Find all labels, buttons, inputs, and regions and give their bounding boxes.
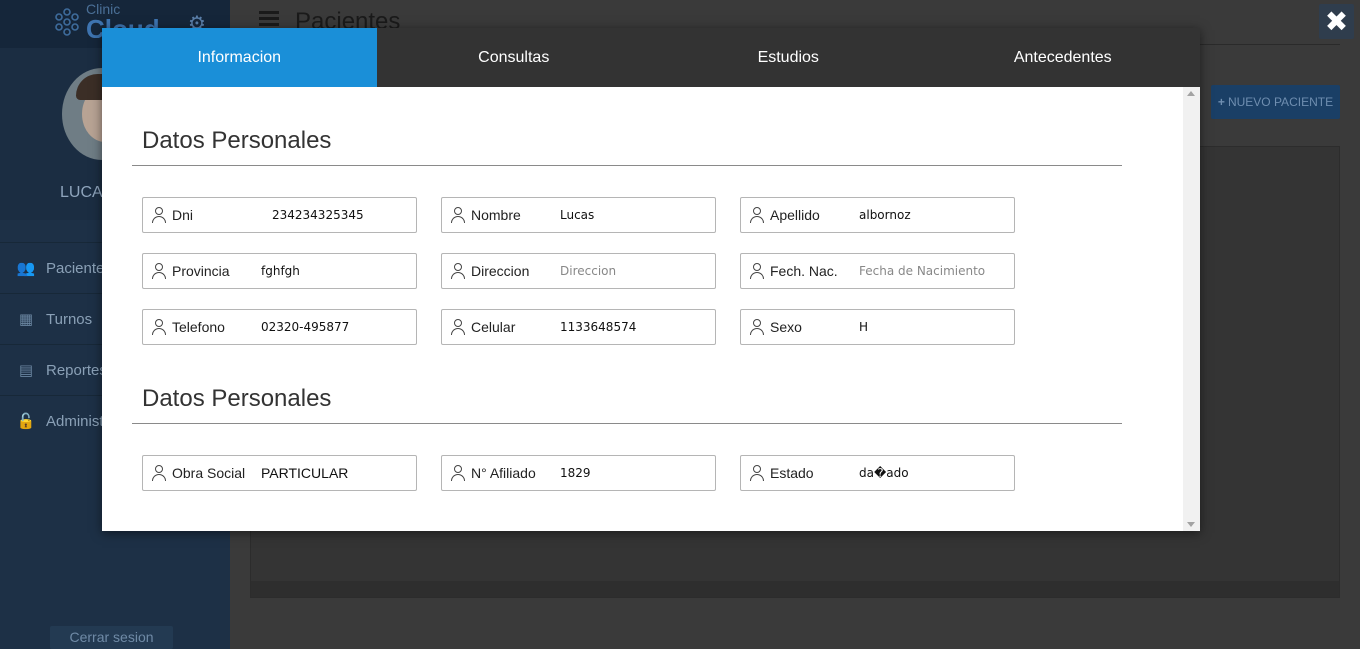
modal-tabs: Informacion Consultas Estudios Anteceden…	[102, 28, 1200, 87]
tab-consultas[interactable]: Consultas	[377, 28, 652, 87]
nombre-input[interactable]	[560, 203, 710, 227]
user-icon	[750, 263, 764, 279]
nombre-field[interactable]: Nombre	[441, 197, 716, 233]
user-icon	[750, 207, 764, 223]
fecha-nacimiento-label: Fech. Nac.	[770, 263, 838, 279]
estado-label: Estado	[770, 465, 814, 481]
sexo-field[interactable]: Sexo	[740, 309, 1015, 345]
obra-social-label: Obra Social	[172, 465, 246, 481]
patient-modal: Informacion Consultas Estudios Anteceden…	[102, 28, 1200, 531]
provincia-label: Provincia	[172, 263, 230, 279]
modal-body: Datos Personales Dni Nombre Apellido Pro…	[102, 87, 1200, 531]
user-icon	[152, 263, 166, 279]
estado-input[interactable]	[859, 461, 1009, 485]
telefono-input[interactable]	[261, 315, 411, 339]
celular-field[interactable]: Celular	[441, 309, 716, 345]
celular-label: Celular	[471, 319, 516, 335]
tab-antecedentes[interactable]: Antecedentes	[926, 28, 1201, 87]
dni-label: Dni	[172, 207, 194, 223]
user-icon	[451, 465, 465, 481]
fecha-nacimiento-field[interactable]: Fech. Nac.	[740, 253, 1015, 289]
fecha-nacimiento-input[interactable]	[859, 259, 1009, 283]
user-icon	[152, 465, 166, 481]
provincia-field[interactable]: Provincia	[142, 253, 417, 289]
provincia-input[interactable]	[261, 259, 411, 283]
vertical-scrollbar[interactable]	[1183, 87, 1200, 531]
telefono-label: Telefono	[172, 319, 225, 335]
apellido-field[interactable]: Apellido	[740, 197, 1015, 233]
section-title: Datos Personales	[142, 385, 332, 412]
user-icon	[152, 207, 166, 223]
direccion-input[interactable]	[560, 259, 710, 283]
apellido-label: Apellido	[770, 207, 820, 223]
tab-informacion[interactable]: Informacion	[102, 28, 377, 87]
scroll-up-icon[interactable]	[1187, 91, 1195, 96]
user-icon	[750, 319, 764, 335]
estado-field[interactable]: Estado	[740, 455, 1015, 491]
afiliado-label: N° Afiliado	[471, 465, 536, 481]
direccion-label: Direccion	[471, 263, 530, 279]
apellido-input[interactable]	[859, 203, 1009, 227]
sexo-input[interactable]	[859, 315, 1009, 339]
afiliado-field[interactable]: N° Afiliado	[441, 455, 716, 491]
dni-field[interactable]: Dni	[142, 197, 422, 233]
nombre-label: Nombre	[471, 207, 521, 223]
sexo-label: Sexo	[770, 319, 802, 335]
obra-social-input[interactable]	[261, 461, 411, 485]
direccion-field[interactable]: Direccion	[441, 253, 716, 289]
section-divider	[132, 423, 1122, 424]
user-icon	[750, 465, 764, 481]
user-icon	[152, 319, 166, 335]
section-title: Datos Personales	[142, 127, 332, 154]
obra-social-field[interactable]: Obra Social	[142, 455, 417, 491]
user-icon	[451, 207, 465, 223]
tab-estudios[interactable]: Estudios	[651, 28, 926, 87]
dni-input[interactable]	[272, 203, 422, 227]
close-icon[interactable]: ✖	[1319, 4, 1354, 39]
telefono-field[interactable]: Telefono	[142, 309, 417, 345]
user-icon	[451, 263, 465, 279]
celular-input[interactable]	[560, 315, 710, 339]
scroll-down-icon[interactable]	[1187, 522, 1195, 527]
afiliado-input[interactable]	[560, 461, 710, 485]
section-divider	[132, 165, 1122, 166]
user-icon	[451, 319, 465, 335]
